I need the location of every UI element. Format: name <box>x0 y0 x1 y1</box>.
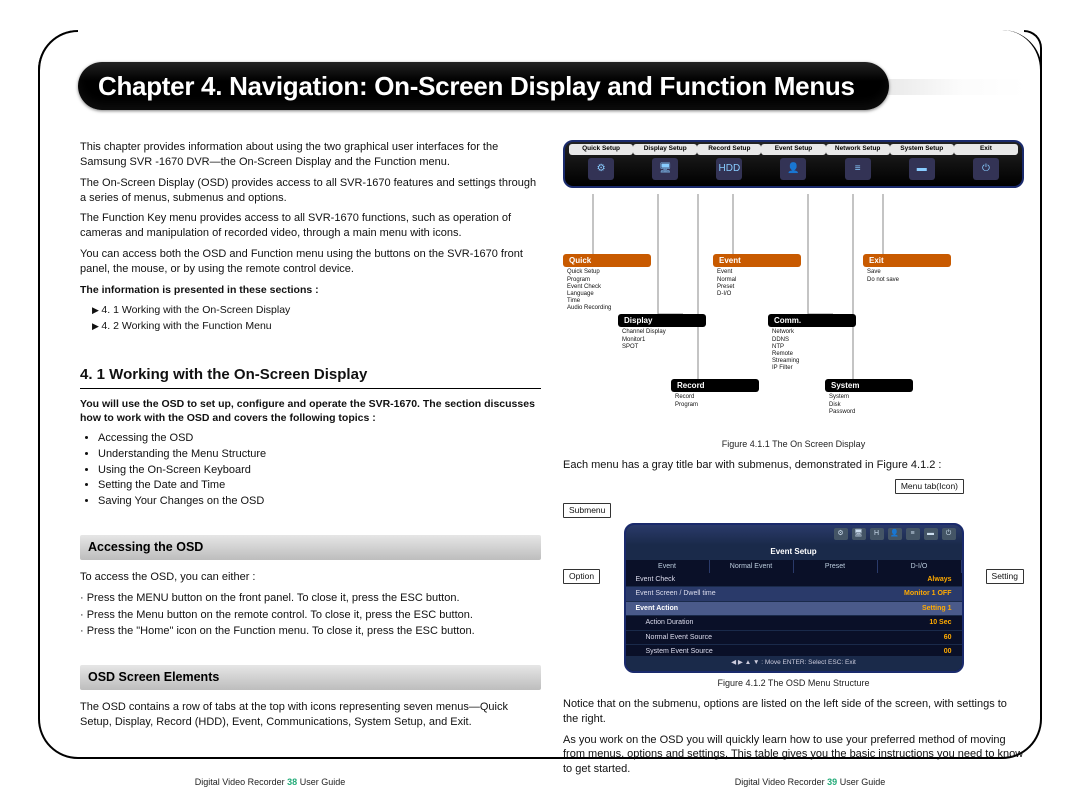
list-item: Setting the Date and Time <box>98 478 541 493</box>
node-event: Event EventNormalPresetD-I/O <box>713 254 801 300</box>
node-exit: Exit SaveDo not save <box>863 254 951 286</box>
icon-tab: Display Setup🖥 <box>633 144 697 180</box>
menu-icon-row: Quick Setup⚙ Display Setup🖥 Record Setup… <box>563 140 1024 188</box>
label-option: Option <box>563 569 600 584</box>
left-column: This chapter provides information about … <box>80 140 541 749</box>
osd-elements-heading: OSD Screen Elements <box>80 665 541 690</box>
icon-tab: Event Setup👤 <box>761 144 825 180</box>
callouts-top: Menu tab(Icon) <box>563 479 1024 499</box>
list-item: · Press the "Home" icon on the Function … <box>80 624 541 639</box>
list-item: Understanding the Menu Structure <box>98 447 541 462</box>
system-icon: ▬ <box>909 158 935 180</box>
osd-mock: ⚙ 🖥 H 👤 ≡ ▬ ⏻ Event Setup Event Normal Event P… <box>624 523 964 673</box>
label-setting: Setting <box>986 569 1024 584</box>
icon-tab: Exit⏻ <box>954 144 1018 180</box>
node-display: Display Channel DisplayMonitor1SPOT <box>618 314 706 353</box>
each-menu-text: Each menu has a gray title bar with subm… <box>563 458 1024 473</box>
hdd-icon: HDD <box>716 158 742 180</box>
chapter-title: Chapter 4. Navigation: On-Screen Display… <box>98 71 855 102</box>
tab-icon: ⚙ <box>834 528 848 540</box>
accessing-osd-heading: Accessing the OSD <box>80 535 541 560</box>
icon-tab: Record SetupHDD <box>697 144 761 180</box>
after-p1: Notice that on the submenu, options are … <box>563 697 1024 727</box>
frame-corner-left <box>38 30 78 70</box>
list-item: · Press the MENU button on the front pan… <box>80 591 541 606</box>
display-icon: 🖥 <box>652 158 678 180</box>
menu-tree: Quick Quick SetupProgramEvent CheckLangu… <box>563 194 1024 434</box>
figure-411-caption: Figure 4.1.1 The On Screen Display <box>563 438 1024 450</box>
exit-icon: ⏻ <box>973 158 999 180</box>
list-item: Accessing the OSD <box>98 431 541 446</box>
icon-tab: Quick Setup⚙ <box>569 144 633 180</box>
label-submenu: Submenu <box>563 503 611 518</box>
intro-p1: This chapter provides information about … <box>80 140 541 170</box>
topics-list: Accessing the OSD Understanding the Menu… <box>98 431 541 509</box>
chapter-title-bar: Chapter 4. Navigation: On-Screen Display… <box>78 62 889 110</box>
osd-subtabs: Event Normal Event Preset D-I/O <box>626 560 962 573</box>
osd-row: Action Duration10 Sec <box>626 616 962 630</box>
callouts-left: Submenu <box>563 501 1024 521</box>
page-footers: Digital Video Recorder 38 User Guide Dig… <box>0 777 1080 787</box>
tab-icon: ▬ <box>924 528 938 540</box>
node-quick: Quick Quick SetupProgramEvent CheckLangu… <box>563 254 651 315</box>
sections-heading: The information is presented in these se… <box>80 283 541 297</box>
osd-row: Event ActionSetting 1 <box>626 602 962 616</box>
osd-row: Normal Event Source60 <box>626 631 962 645</box>
section-4-1-intro: You will use the OSD to set up, configur… <box>80 397 541 425</box>
osd-elements-body: The OSD contains a row of tabs at the to… <box>80 700 541 730</box>
tab-icon: ⏻ <box>942 528 956 540</box>
accessing-lead: To access the OSD, you can either : <box>80 570 541 585</box>
tab-icon: ≡ <box>906 528 920 540</box>
after-p2: As you work on the OSD you will quickly … <box>563 733 1024 778</box>
node-system: System SystemDiskPassword <box>825 379 913 418</box>
toc-item: 4. 1 Working with the On-Screen Display <box>92 303 541 317</box>
intro-p2: The On-Screen Display (OSD) provides acc… <box>80 176 541 206</box>
icon-tab: System Setup▬ <box>890 144 954 180</box>
tab-icon: H <box>870 528 884 540</box>
network-icon: ≡ <box>845 158 871 180</box>
intro-p4: You can access both the OSD and Function… <box>80 247 541 277</box>
osd-tab-icons: ⚙ 🖥 H 👤 ≡ ▬ ⏻ <box>626 525 962 545</box>
tab-icon: 🖥 <box>852 528 866 540</box>
intro-p3: The Function Key menu provides access to… <box>80 211 541 241</box>
figure-412-caption: Figure 4.1.2 The OSD Menu Structure <box>563 677 1024 689</box>
page-spread: Chapter 4. Navigation: On-Screen Display… <box>0 0 1080 809</box>
node-comm: Comm. NetworkDDNSNTPRemoteStreamingIP Fi… <box>768 314 856 375</box>
list-item: Using the On-Screen Keyboard <box>98 463 541 478</box>
footer-left: Digital Video Recorder 38 User Guide <box>195 777 345 787</box>
osd-foot: ◀ ▶ ▲ ▼ : Move ENTER: Select ESC: Exit <box>626 656 962 671</box>
user-icon: 👤 <box>780 158 806 180</box>
tab-icon: 👤 <box>888 528 902 540</box>
list-item: · Press the Menu button on the remote co… <box>80 608 541 623</box>
node-record: Record RecordProgram <box>671 379 759 411</box>
osd-row: Event Screen / Dwell timeMonitor 1 OFF <box>626 587 962 601</box>
toc-list: 4. 1 Working with the On-Screen Display … <box>92 303 541 333</box>
toc-item: 4. 2 Working with the Function Menu <box>92 319 541 333</box>
footer-right: Digital Video Recorder 39 User Guide <box>735 777 885 787</box>
gear-icon: ⚙ <box>588 158 614 180</box>
list-item: Saving Your Changes on the OSD <box>98 494 541 509</box>
frame-corner-right <box>1024 30 1042 70</box>
section-4-1-heading: 4. 1 Working with the On-Screen Display <box>80 365 541 388</box>
accessing-steps: · Press the MENU button on the front pan… <box>80 591 541 640</box>
icon-tab: Network Setup≡ <box>826 144 890 180</box>
label-menutab: Menu tab(Icon) <box>895 479 964 494</box>
osd-title: Event Setup <box>626 545 962 560</box>
osd-row: Event CheckAlways <box>626 573 962 587</box>
right-column: Quick Setup⚙ Display Setup🖥 Record Setup… <box>563 140 1024 749</box>
